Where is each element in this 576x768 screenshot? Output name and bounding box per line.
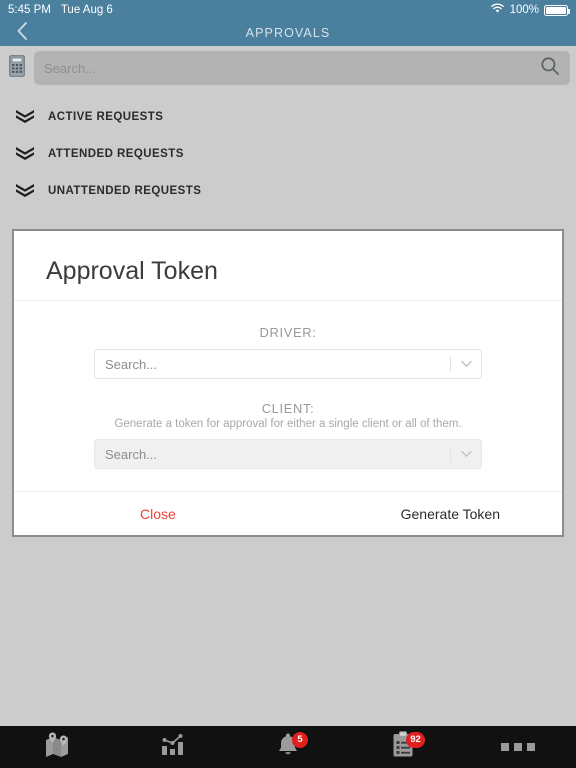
request-item-attended[interactable]: ATTENDED REQUESTS [0,135,576,172]
tab-badge-notifications: 5 [292,732,308,748]
chevron-down-icon[interactable] [451,450,481,458]
close-button[interactable]: Close [140,506,176,522]
request-item-label: ATTENDED REQUESTS [48,147,184,160]
driver-select[interactable]: Search... [94,349,482,379]
chevron-left-icon [16,21,28,46]
dialog-body: DRIVER: Search... CLIENT: Generate a tok… [14,301,562,491]
navigation-bar: APPROVALS [0,20,576,46]
content-spacer [0,537,576,726]
client-hint: Generate a token for approval for either… [114,418,462,430]
tab-bar: 5 92 [0,726,576,768]
triple-chevron-down-icon [12,145,38,163]
client-select-value: Search... [105,446,158,462]
battery-icon [544,4,570,16]
triple-chevron-down-icon [12,108,38,126]
triple-chevron-down-icon [12,182,38,200]
client-label: CLIENT: [261,401,315,416]
driver-select-value: Search... [105,356,158,372]
app-screen: 5:45 PM Tue Aug 6 100% APPROVALS Search.… [0,0,576,768]
request-item-unattended[interactable]: UNATTENDED REQUESTS [0,172,576,209]
battery-percent: 100% [509,4,539,16]
request-item-label: ACTIVE REQUESTS [48,110,164,123]
tab-map[interactable] [0,726,115,768]
request-item-active[interactable]: ACTIVE REQUESTS [0,98,576,135]
back-button[interactable] [4,20,40,46]
tab-badge-approvals: 92 [406,732,425,748]
tab-more[interactable] [461,726,576,768]
dialog-header: Approval Token [14,231,562,301]
approval-token-dialog: Approval Token DRIVER: Search... CLIENT:… [12,229,564,537]
calculator-icon [9,54,25,82]
tab-approvals[interactable]: 92 [346,726,461,768]
map-pins-icon [43,732,73,763]
request-item-label: UNATTENDED REQUESTS [48,184,202,197]
wifi-icon [490,3,505,17]
status-bar-right: 100% [490,3,570,17]
more-dots-icon [501,743,536,751]
generate-token-button[interactable]: Generate Token [401,506,500,522]
search-icon[interactable] [540,56,560,81]
search-input[interactable]: Search... [34,51,570,85]
page-title: APPROVALS [245,26,331,40]
driver-label: DRIVER: [259,325,317,340]
search-input-placeholder: Search... [44,60,97,76]
dialog-title: Approval Token [46,257,218,285]
status-date: Tue Aug 6 [60,4,113,16]
client-select[interactable]: Search... [94,439,482,469]
tab-analytics[interactable] [115,726,230,768]
request-list: ACTIVE REQUESTS ATTENDED REQUESTS UNATTE… [0,90,576,209]
calculator-button[interactable] [0,54,34,82]
status-time: 5:45 PM [8,4,51,16]
search-bar: Search... [0,46,576,90]
chevron-down-icon[interactable] [451,360,481,368]
tab-notifications[interactable]: 5 [230,726,345,768]
status-bar-left: 5:45 PM Tue Aug 6 [8,4,113,16]
field-spacer [94,379,482,401]
bar-chart-icon [160,733,186,762]
status-bar: 5:45 PM Tue Aug 6 100% [0,0,576,20]
dialog-footer: Close Generate Token [14,491,562,535]
